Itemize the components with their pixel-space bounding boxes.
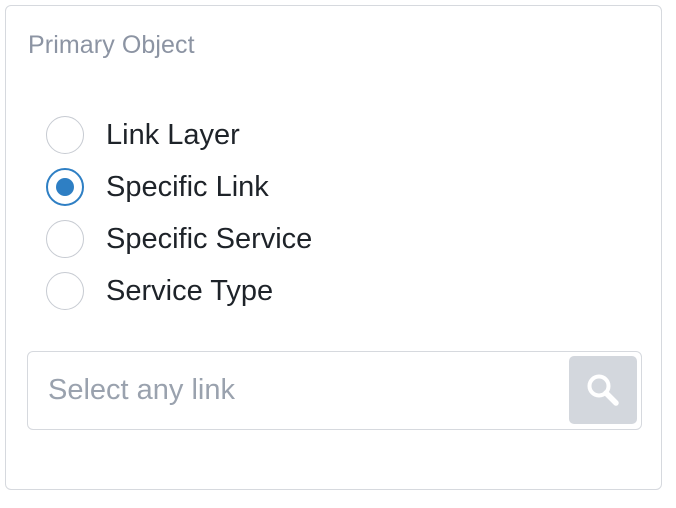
radio-label: Link Layer bbox=[106, 119, 240, 151]
link-search-field bbox=[27, 351, 642, 430]
radio-label: Specific Link bbox=[106, 171, 269, 203]
radio-selected-dot bbox=[56, 178, 74, 196]
radio-option-specific-service[interactable]: Specific Service bbox=[46, 213, 312, 265]
primary-object-panel: Primary Object Link Layer Specific Link … bbox=[5, 5, 662, 490]
search-button[interactable] bbox=[569, 356, 637, 424]
radio-button-selected[interactable] bbox=[46, 168, 84, 206]
radio-button[interactable] bbox=[46, 116, 84, 154]
primary-object-radio-group: Link Layer Specific Link Specific Servic… bbox=[46, 109, 312, 317]
search-icon bbox=[585, 372, 621, 408]
link-search-input[interactable] bbox=[48, 352, 548, 428]
panel-title: Primary Object bbox=[28, 31, 195, 59]
radio-button[interactable] bbox=[46, 220, 84, 258]
radio-option-link-layer[interactable]: Link Layer bbox=[46, 109, 312, 161]
radio-label: Service Type bbox=[106, 275, 274, 307]
radio-label: Specific Service bbox=[106, 223, 313, 255]
radio-option-specific-link[interactable]: Specific Link bbox=[46, 161, 312, 213]
radio-option-service-type[interactable]: Service Type bbox=[46, 265, 312, 317]
radio-button[interactable] bbox=[46, 272, 84, 310]
